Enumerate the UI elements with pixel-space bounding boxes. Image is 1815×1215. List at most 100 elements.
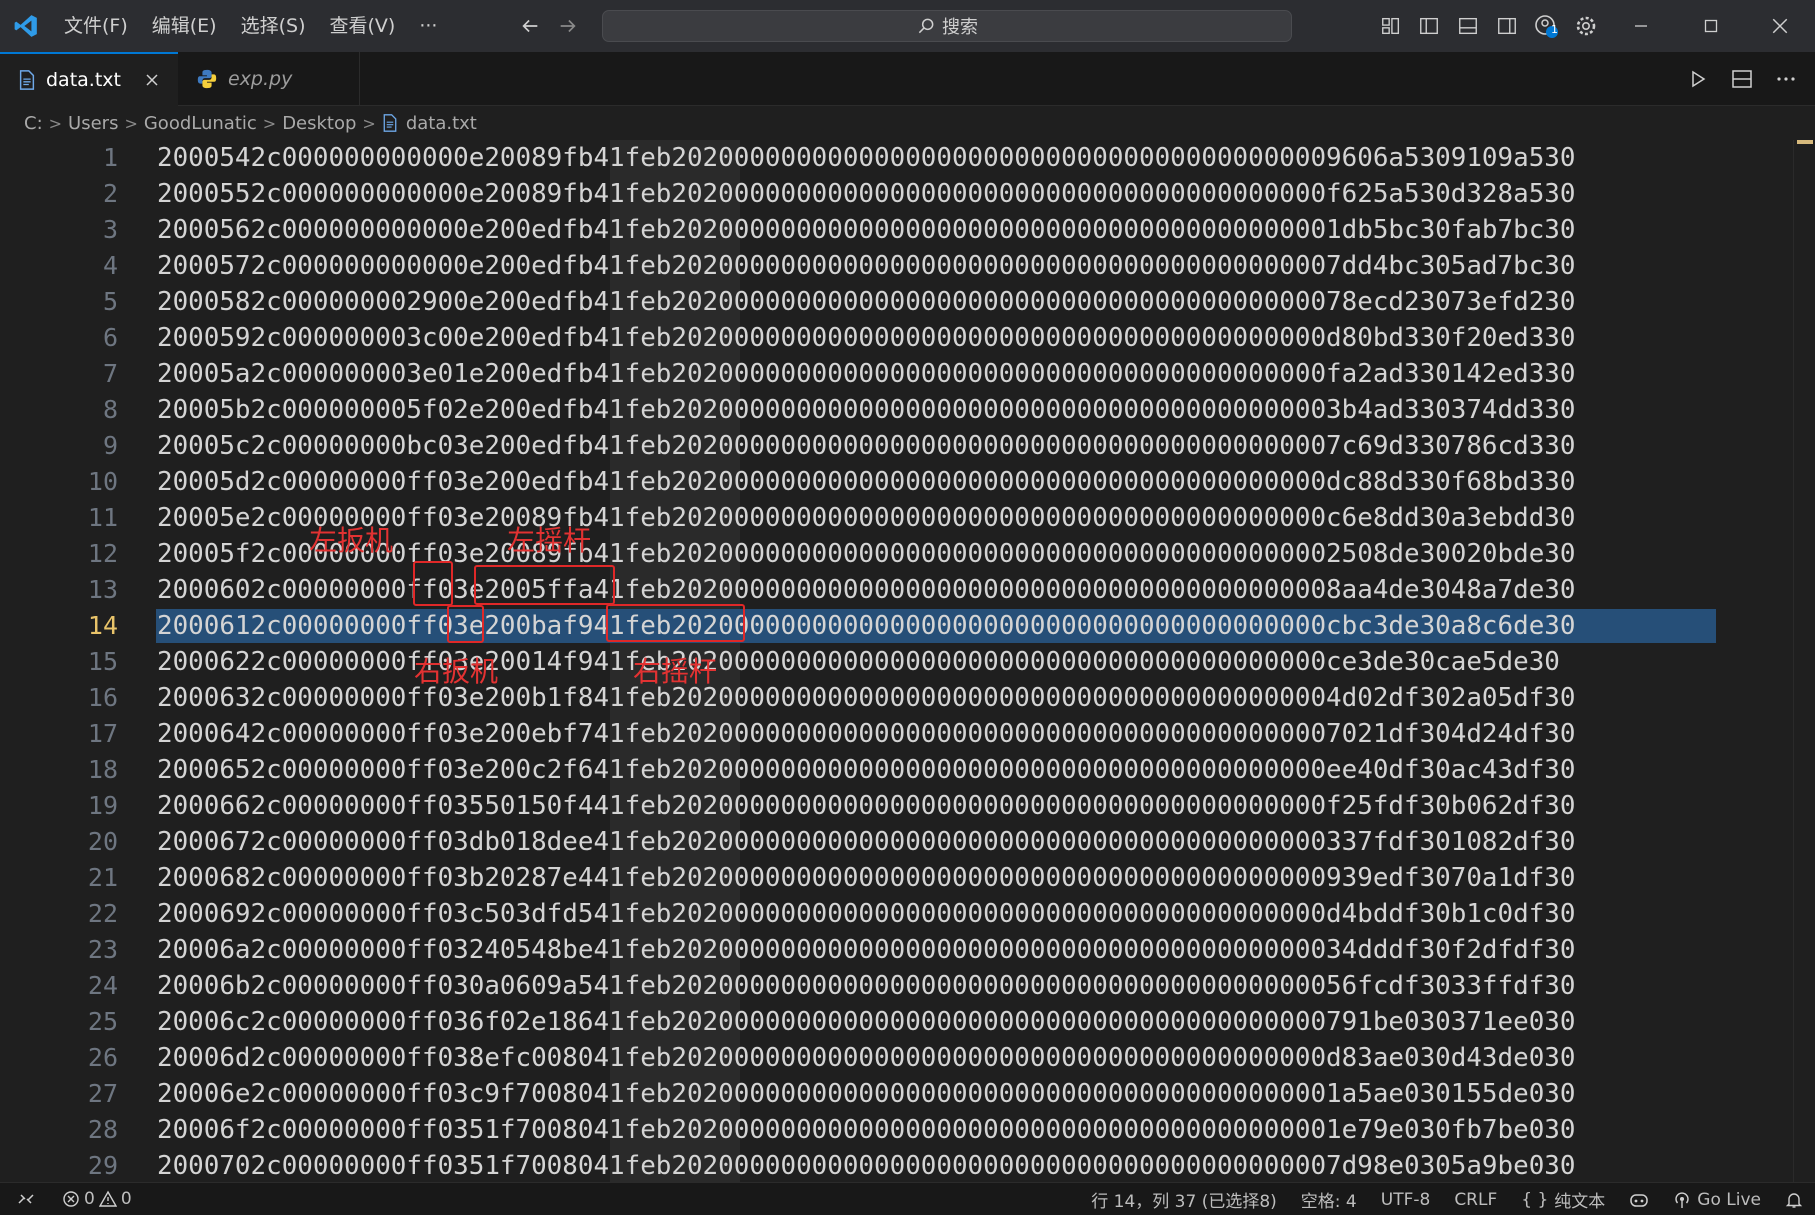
breadcrumb-users[interactable]: Users	[68, 113, 118, 134]
notification-badge: 1	[1551, 23, 1558, 36]
gear-icon[interactable]	[1571, 12, 1601, 40]
code-line[interactable]: 8 20005b2c000000005f02e200edfb41feb202000…	[0, 392, 1815, 428]
menu-more[interactable]: ···	[407, 0, 449, 52]
go-live-button[interactable]: Go Live	[1673, 1190, 1761, 1210]
code-line[interactable]: 22 2000692c00000000ff03c503dfd541feb20200…	[0, 896, 1815, 932]
menu-selection[interactable]: 选择(S)	[229, 0, 318, 52]
forward-arrow-icon[interactable]	[552, 10, 584, 42]
code-line[interactable]: 1 2000542c000000000000e20089fb41feb202000…	[0, 140, 1815, 176]
code-line[interactable]: 19 2000662c00000000ff03550150f441feb20200…	[0, 788, 1815, 824]
line-number: 13	[87, 575, 118, 604]
menu-edit[interactable]: 编辑(E)	[140, 0, 229, 52]
breadcrumb-user[interactable]: GoodLunatic	[144, 113, 257, 134]
indentation[interactable]: 空格: 4	[1301, 1187, 1357, 1212]
cursor-position[interactable]: 行 14，列 37 (已选择8)	[1091, 1187, 1277, 1212]
search-icon	[918, 18, 934, 34]
window-close-icon[interactable]	[1745, 0, 1815, 52]
editor[interactable]: 1 2000542c000000000000e20089fb41feb202000…	[0, 140, 1815, 1182]
command-search-input[interactable]: 搜索	[602, 10, 1292, 42]
vscode-logo-icon	[0, 0, 52, 52]
code-line[interactable]: 5 2000582c000000002900e200edfb41feb202000…	[0, 284, 1815, 320]
line-text: 20006a2c00000000ff03240548be41feb2020000…	[157, 935, 1576, 965]
code-line[interactable]: 13 2000602c00000000ff03e2005ffa41feb20200…	[0, 572, 1815, 608]
python-icon	[196, 68, 218, 90]
code-line[interactable]: 28 20006f2c00000000ff0351f7008041feb20200…	[0, 1112, 1815, 1148]
code-line[interactable]: 4 2000572c000000000000e200edfb41feb202000…	[0, 248, 1815, 284]
problems-indicator[interactable]: 0 0	[62, 1189, 132, 1209]
line-number: 11	[87, 503, 118, 532]
code-line[interactable]: 9 20005c2c00000000bc03e200edfb41feb202000…	[0, 428, 1815, 464]
breadcrumb: C: > Users > GoodLunatic > Desktop > dat…	[0, 106, 1815, 140]
line-number: 2	[102, 179, 118, 208]
line-text: 20005d2c00000000ff03e200edfb41feb2020000…	[157, 467, 1576, 497]
encoding[interactable]: UTF-8	[1381, 1190, 1431, 1210]
customize-layout-icon[interactable]	[1376, 12, 1406, 40]
overview-ruler[interactable]	[1793, 140, 1815, 1182]
code-line[interactable]: 27 20006e2c00000000ff03c9f7008041feb20200…	[0, 1076, 1815, 1112]
code-line[interactable]: 6 2000592c000000003c00e200edfb41feb202000…	[0, 320, 1815, 356]
tab-label: data.txt	[46, 69, 121, 91]
tab-data-txt[interactable]: data.txt	[0, 52, 178, 106]
code-line[interactable]: 11 20005e2c00000000ff03e20089fb41feb20200…	[0, 500, 1815, 536]
tab-exp-py[interactable]: exp.py	[178, 52, 360, 106]
code-line[interactable]: 14 2000612c00000000ff03e200baf941feb20200…	[0, 608, 1815, 644]
search-placeholder: 搜索	[942, 17, 978, 38]
line-text: 2000592c000000003c00e200edfb41feb2020000…	[157, 323, 1576, 353]
line-text: 2000552c000000000000e20089fb41feb2020000…	[157, 179, 1576, 209]
go-live-label: Go Live	[1697, 1189, 1761, 1210]
breadcrumb-desktop[interactable]: Desktop	[282, 113, 356, 134]
back-arrow-icon[interactable]	[514, 10, 546, 42]
code-line[interactable]: 3 2000562c000000000000e200edfb41feb202000…	[0, 212, 1815, 248]
code-line[interactable]: 15 2000622c00000000ff03e20014f941feb20200…	[0, 644, 1815, 680]
code-line[interactable]: 17 2000642c00000000ff03e200ebf741feb20200…	[0, 716, 1815, 752]
code-line[interactable]: 20 2000672c00000000ff03db018dee41feb20200…	[0, 824, 1815, 860]
split-editor-icon[interactable]	[1727, 64, 1757, 94]
menu-view[interactable]: 查看(V)	[318, 0, 408, 52]
remote-icon[interactable]	[0, 1183, 52, 1215]
code-line[interactable]: 10 20005d2c00000000ff03e200edfb41feb20200…	[0, 464, 1815, 500]
code-line[interactable]: 23 20006a2c00000000ff03240548be41feb20200…	[0, 932, 1815, 968]
language-mode[interactable]: { } 纯文本	[1521, 1187, 1605, 1213]
line-text: 2000612c00000000ff03e200baf941feb2020000…	[157, 611, 1576, 641]
line-text: 20006c2c00000000ff036f02e18641feb2020000…	[157, 1007, 1576, 1037]
end-of-line[interactable]: CRLF	[1454, 1190, 1497, 1210]
code-line[interactable]: 12 20005f2c00000000ff03e20089fb41feb20200…	[0, 536, 1815, 572]
warning-count: 0	[120, 1189, 132, 1209]
more-actions-icon[interactable]	[1771, 64, 1801, 94]
tab-bar: data.txt exp.py	[0, 52, 1815, 106]
copilot-icon[interactable]	[1629, 1191, 1649, 1209]
line-number: 29	[87, 1151, 118, 1180]
maximize-icon[interactable]	[1676, 0, 1746, 52]
toggle-secondary-sidebar-icon[interactable]	[1492, 12, 1522, 40]
annotation-box-right-trigger	[447, 605, 484, 643]
menu-file[interactable]: 文件(F)	[52, 0, 140, 52]
line-text: 2000642c00000000ff03e200ebf741feb2020000…	[157, 719, 1576, 749]
code-line[interactable]: 29 2000702c00000000ff0351f7008041feb20200…	[0, 1148, 1815, 1182]
toggle-panel-icon[interactable]	[1453, 12, 1483, 40]
run-icon[interactable]	[1683, 64, 1713, 94]
line-number: 7	[102, 359, 118, 388]
code-line[interactable]: 26 20006d2c00000000ff038efc008041feb20200…	[0, 1040, 1815, 1076]
breadcrumb-drive[interactable]: C:	[24, 113, 43, 134]
code-line[interactable]: 18 2000652c00000000ff03e200c2f641feb20200…	[0, 752, 1815, 788]
breadcrumb-file[interactable]: data.txt	[382, 113, 477, 134]
annotation-box-left-trigger	[413, 561, 453, 606]
line-text: 2000692c00000000ff03c503dfd541feb2020000…	[157, 899, 1576, 929]
chevron-right-icon: >	[262, 113, 277, 133]
code-line[interactable]: 16 2000632c00000000ff03e200b1f841feb20200…	[0, 680, 1815, 716]
code-line[interactable]: 24 20006b2c00000000ff030a0609a541feb20200…	[0, 968, 1815, 1004]
line-text: 2000702c00000000ff0351f7008041feb2020000…	[157, 1151, 1576, 1181]
annotation-left-stick: 左摇杆	[507, 524, 592, 557]
code-line[interactable]: 7 20005a2c000000003e01e200edfb41feb202000…	[0, 356, 1815, 392]
accounts-icon[interactable]: 1	[1531, 12, 1561, 40]
line-text: 2000672c00000000ff03db018dee41feb2020000…	[157, 827, 1576, 857]
close-icon[interactable]	[140, 68, 164, 92]
minimize-icon[interactable]	[1606, 0, 1676, 52]
code-line[interactable]: 25 20006c2c00000000ff036f02e18641feb20200…	[0, 1004, 1815, 1040]
line-number: 21	[87, 863, 118, 892]
line-number: 23	[87, 935, 118, 964]
code-line[interactable]: 2 2000552c000000000000e20089fb41feb202000…	[0, 176, 1815, 212]
bell-icon[interactable]	[1785, 1191, 1803, 1209]
toggle-sidebar-icon[interactable]	[1414, 12, 1444, 40]
code-line[interactable]: 21 2000682c00000000ff03b20287e441feb20200…	[0, 860, 1815, 896]
